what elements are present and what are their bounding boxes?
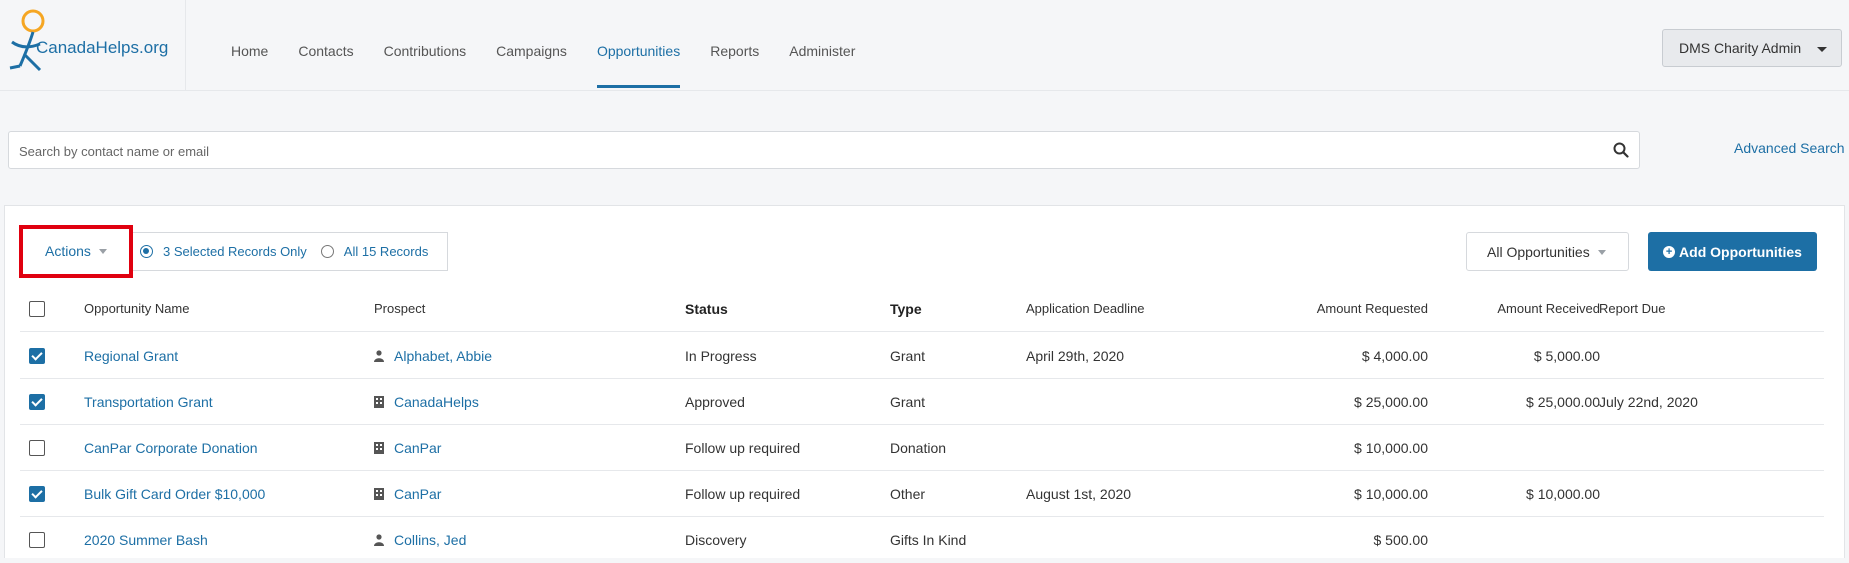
col-application-deadline[interactable]: Application Deadline: [1026, 286, 1145, 332]
opportunity-name-link[interactable]: Transportation Grant: [84, 379, 213, 425]
nav-administer[interactable]: Administer: [774, 0, 870, 90]
prospect-link[interactable]: CanPar: [394, 471, 441, 517]
amount-received-cell: $ 5,000.00: [1533, 348, 1600, 364]
status-cell: Approved: [685, 394, 745, 410]
nav-contributions[interactable]: Contributions: [369, 0, 482, 90]
amount-requested-cell: $ 10,000.00: [1354, 440, 1428, 456]
filter-label: All Opportunities: [1487, 243, 1590, 260]
add-opportunities-label: Add Opportunities: [1679, 243, 1802, 260]
select-all-checkbox[interactable]: [29, 301, 45, 317]
chevron-down-icon: [1817, 47, 1827, 52]
plus-circle-icon: +: [1663, 245, 1676, 258]
col-amount-requested[interactable]: Amount Requested: [1200, 286, 1428, 332]
amount-requested-cell: $ 4,000.00: [1361, 348, 1428, 364]
row-checkbox[interactable]: [29, 440, 45, 456]
table-row: CanPar Corporate Donation CanPar Follow …: [20, 425, 1824, 471]
table-row: 2020 Summer Bash Collins, Jed Discovery …: [20, 517, 1824, 563]
row-checkbox[interactable]: [29, 486, 45, 502]
add-opportunities-button[interactable]: + Add Opportunities: [1648, 232, 1817, 271]
type-cell: Grant: [890, 394, 926, 410]
col-prospect[interactable]: Prospect: [374, 286, 425, 332]
nav-home[interactable]: Home: [216, 0, 283, 90]
search-input[interactable]: [9, 132, 1581, 170]
deadline-cell: April 29th, 2020: [1026, 348, 1125, 364]
prospect-link[interactable]: CanPar: [394, 425, 441, 471]
row-checkbox[interactable]: [29, 348, 45, 364]
amount-received-cell: $ 25,000.00: [1526, 394, 1600, 410]
opportunity-name-link[interactable]: Bulk Gift Card Order $10,000: [84, 471, 265, 517]
person-icon: [374, 534, 384, 546]
deadline-cell: August 1st, 2020: [1026, 486, 1132, 502]
prospect-link[interactable]: Collins, Jed: [394, 517, 466, 563]
table-header: Opportunity Name Prospect Status Type Ap…: [20, 286, 1824, 332]
main-nav: Home Contacts Contributions Campaigns Op…: [216, 0, 870, 90]
amount-requested-cell: $ 500.00: [1373, 532, 1429, 548]
opportunity-name-link[interactable]: Regional Grant: [84, 333, 178, 379]
col-amount-received[interactable]: Amount Received: [1420, 286, 1600, 332]
status-cell: Follow up required: [685, 486, 801, 502]
search-icon[interactable]: [1613, 142, 1629, 158]
type-cell: Gifts In Kind: [890, 532, 967, 548]
status-cell: In Progress: [685, 348, 757, 364]
status-cell: Discovery: [685, 532, 747, 548]
row-checkbox[interactable]: [29, 532, 45, 548]
prospect-link[interactable]: Alphabet, Abbie: [394, 333, 492, 379]
opportunity-name-link[interactable]: 2020 Summer Bash: [84, 517, 208, 563]
nav-campaigns[interactable]: Campaigns: [481, 0, 582, 90]
report-due-cell: July 22nd, 2020: [1599, 394, 1698, 410]
top-header: CanadaHelps.org Home Contacts Contributi…: [0, 0, 1849, 91]
chevron-down-icon: [1597, 249, 1606, 255]
user-menu-button[interactable]: DMS Charity Admin: [1662, 29, 1842, 67]
col-status[interactable]: Status: [685, 286, 728, 332]
radio-selected-records-label[interactable]: 3 Selected Records Only: [163, 244, 307, 259]
type-cell: Grant: [890, 348, 926, 364]
radio-selected-records[interactable]: [140, 245, 153, 258]
col-type[interactable]: Type: [890, 286, 922, 332]
table-row: Bulk Gift Card Order $10,000 CanPar Foll…: [20, 471, 1824, 517]
type-cell: Other: [890, 486, 926, 502]
opportunity-name-link[interactable]: CanPar Corporate Donation: [84, 425, 258, 471]
building-icon: [374, 442, 384, 454]
building-icon: [374, 396, 384, 408]
radio-all-records-label[interactable]: All 15 Records: [344, 244, 429, 259]
col-report-due[interactable]: Report Due: [1599, 286, 1665, 332]
amount-received-cell: $ 10,000.00: [1526, 486, 1600, 502]
amount-received-cell: [1420, 517, 1600, 563]
nav-opportunities[interactable]: Opportunities: [582, 0, 695, 90]
nav-contacts[interactable]: Contacts: [283, 0, 368, 90]
record-scope-group: 3 Selected Records Only All 15 Records: [133, 232, 448, 271]
table-row: Transportation Grant CanadaHelps Approve…: [20, 379, 1824, 425]
person-icon: [374, 350, 384, 362]
logo-text: CanadaHelps.org: [36, 38, 169, 57]
status-cell: Follow up required: [685, 440, 801, 456]
building-icon: [374, 488, 384, 500]
type-cell: Donation: [890, 440, 947, 456]
amount-requested-cell: $ 10,000.00: [1354, 486, 1428, 502]
row-checkbox[interactable]: [29, 394, 45, 410]
logo[interactable]: CanadaHelps.org: [0, 0, 186, 90]
prospect-link[interactable]: CanadaHelps: [394, 379, 479, 425]
opportunity-filter-dropdown[interactable]: All Opportunities: [1466, 232, 1629, 271]
table-row: Regional Grant Alphabet, Abbie In Progre…: [20, 333, 1824, 379]
nav-reports[interactable]: Reports: [695, 0, 774, 90]
advanced-search-link[interactable]: Advanced Search: [1734, 140, 1845, 156]
radio-all-records[interactable]: [320, 245, 334, 258]
amount-requested-cell: $ 25,000.00: [1354, 394, 1428, 410]
amount-received-cell: [1420, 425, 1600, 471]
search-bar: [8, 131, 1640, 170]
col-opportunity-name[interactable]: Opportunity Name: [84, 286, 190, 332]
actions-highlight-box: [19, 225, 133, 278]
user-menu-label: DMS Charity Admin: [1679, 40, 1802, 56]
